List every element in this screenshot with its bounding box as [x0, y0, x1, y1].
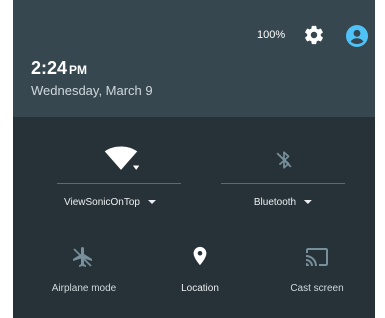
cast-icon[interactable] — [305, 245, 329, 269]
airplane-mode-label[interactable]: Airplane mode — [52, 283, 116, 294]
location-pin-icon[interactable] — [189, 245, 211, 267]
airplane-icon[interactable] — [71, 245, 95, 269]
time-value: 2:24 — [31, 58, 68, 78]
bluetooth-text: Bluetooth — [253, 197, 297, 208]
time-ampm: PM — [69, 63, 88, 77]
gear-icon[interactable] — [303, 24, 325, 46]
bluetooth-label[interactable]: Bluetooth — [253, 197, 313, 208]
clock-time[interactable]: 2:24 PM — [31, 58, 87, 79]
date-text[interactable]: Wednesday, March 9 — [31, 83, 153, 98]
bluetooth-divider — [221, 183, 345, 184]
location-label[interactable]: Location — [181, 283, 219, 294]
wifi-icon[interactable] — [103, 146, 139, 172]
wifi-network-name: ViewSonicOnTop — [64, 197, 140, 208]
quick-settings-header: 100% 2:24 PM Wednesday, March 9 — [13, 0, 375, 117]
quick-settings-panel: 100% 2:24 PM Wednesday, March 9 ViewSonic… — [13, 0, 375, 318]
wifi-divider — [57, 183, 181, 184]
chevron-down-icon[interactable] — [147, 200, 156, 205]
cast-screen-label[interactable]: Cast screen — [290, 283, 343, 294]
wifi-label[interactable]: ViewSonicOnTop — [64, 197, 156, 208]
account-icon[interactable] — [345, 24, 369, 48]
chevron-down-icon[interactable] — [304, 200, 313, 205]
bluetooth-off-icon[interactable] — [273, 149, 295, 171]
battery-percentage: 100% — [257, 29, 286, 41]
